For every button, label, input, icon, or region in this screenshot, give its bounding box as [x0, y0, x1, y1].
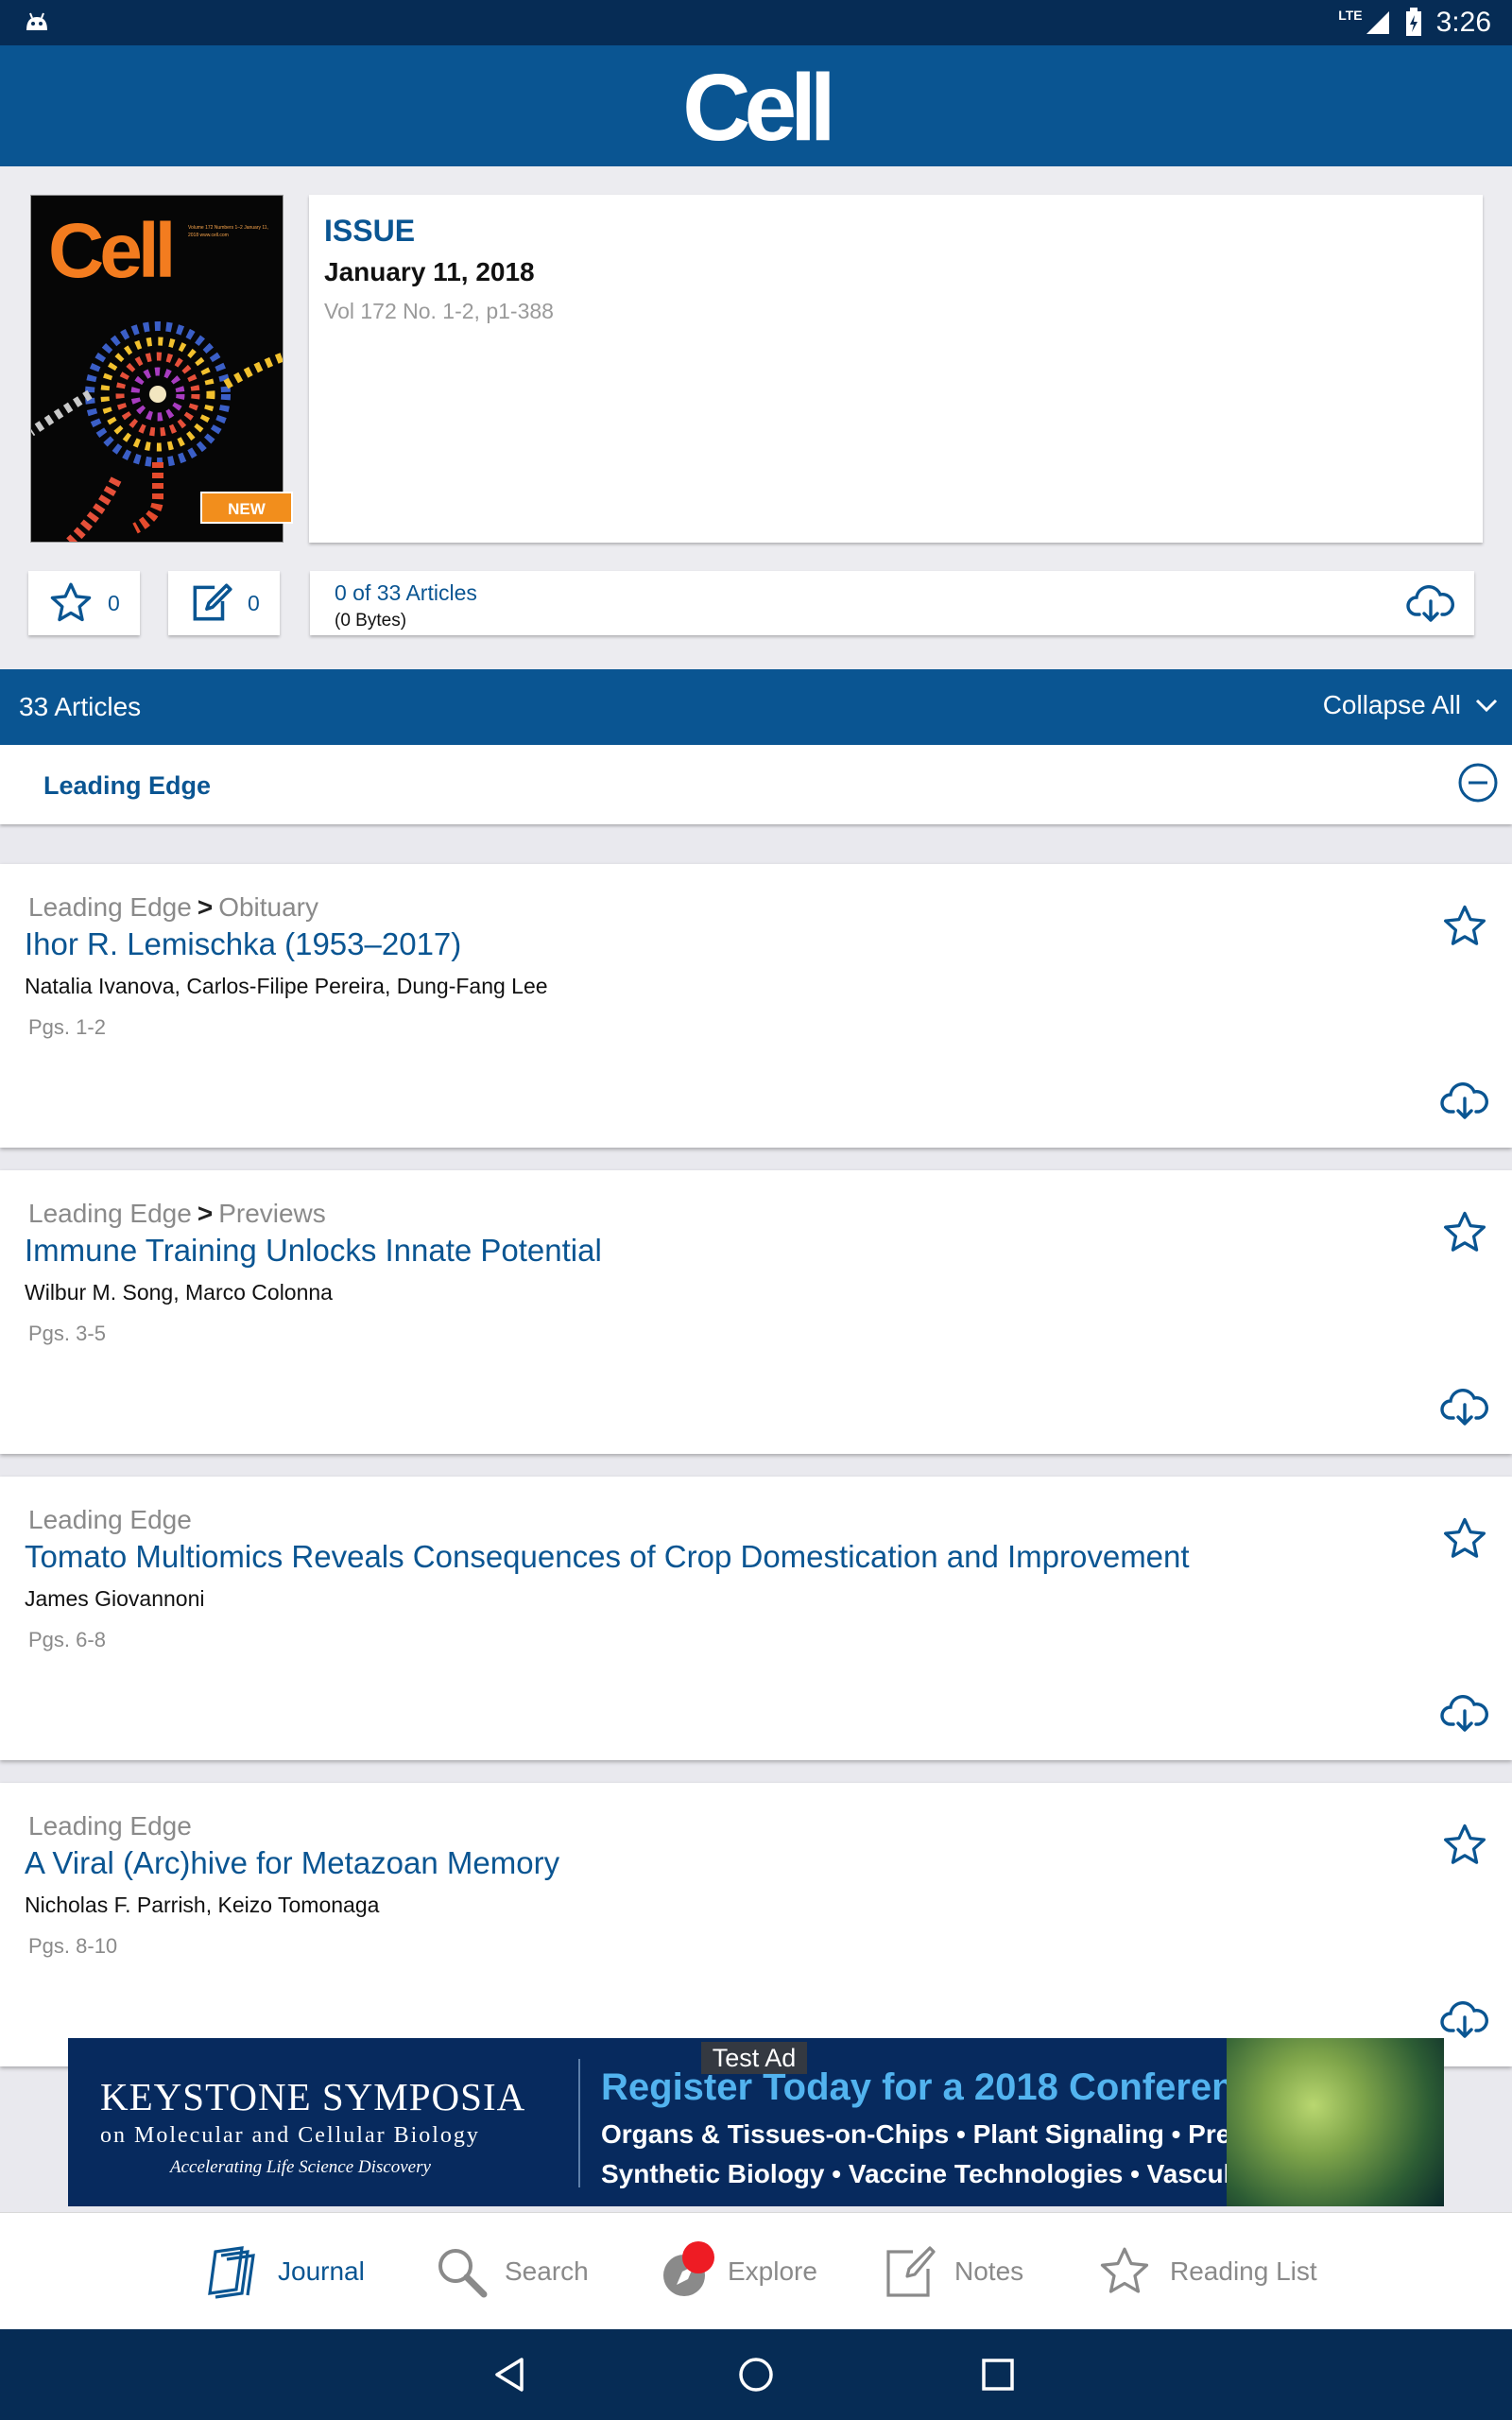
status-bar: LTE 3:26 [0, 0, 1512, 45]
nav-journal-label: Journal [278, 2256, 365, 2286]
collapse-section-icon[interactable] [1457, 762, 1499, 804]
section-header-leading-edge[interactable]: Leading Edge [0, 745, 1512, 824]
favorites-count: 0 [108, 590, 120, 615]
article-section: Leading Edge [28, 892, 192, 922]
article-authors: James Giovannoni [25, 1586, 205, 1611]
cloud-download-icon[interactable] [1440, 1388, 1489, 1426]
notes-icon [886, 2246, 936, 2297]
ad-cells-image [1227, 2038, 1444, 2206]
cell-logo: Cell [682, 55, 835, 161]
star-outline-icon [50, 582, 92, 622]
articles-count: 33 Articles [19, 692, 142, 721]
article-breadcrumb: Leading Edge [28, 1811, 192, 1841]
ad-brand: KEYSTONE SYMPOSIA [100, 2075, 526, 2118]
cloud-download-icon [1406, 585, 1454, 622]
notes-count: 0 [248, 590, 260, 615]
article-section: Leading Edge [28, 1199, 192, 1228]
new-badge: NEW [200, 492, 293, 524]
nav-search-label: Search [505, 2256, 589, 2286]
nav-notes[interactable]: Notes [883, 2241, 1023, 2302]
collapse-all-button[interactable]: Collapse All [1323, 690, 1499, 720]
article-authors: Wilbur M. Song, Marco Colonna [25, 1280, 333, 1305]
cover-artwork [31, 321, 283, 542]
article-subsection: Obituary [218, 892, 319, 922]
download-issue-button[interactable]: 0 of 33 Articles (0 Bytes) [310, 571, 1474, 635]
issue-header: Cell Volume 172 Numbers 1–2 January 11, … [0, 166, 1512, 669]
article-title[interactable]: Ihor R. Lemischka (1953–2017) [25, 926, 461, 962]
star-icon [1100, 2247, 1149, 2293]
section-label: Leading Edge [43, 771, 212, 800]
test-ad-label: Test Ad [701, 2042, 807, 2074]
journal-icon [208, 2246, 255, 2299]
articles-header: 33 Articles Collapse All [0, 669, 1512, 745]
article-pages: Pgs. 1-2 [28, 1015, 106, 1039]
nav-notes-label: Notes [954, 2256, 1024, 2286]
article-pages: Pgs. 3-5 [28, 1322, 106, 1345]
article-breadcrumb: Leading Edge [28, 1505, 192, 1535]
article-card[interactable]: Leading Edge > Obituary Ihor R. Lemischka … [0, 864, 1512, 1148]
battery-charging-icon [1405, 8, 1421, 36]
article-section: Leading Edge [28, 1811, 192, 1841]
issue-label: ISSUE [324, 214, 416, 248]
chevron-down-icon [1475, 699, 1498, 713]
article-card[interactable]: Leading Edge > Previews Immune Training Un… [0, 1170, 1512, 1454]
issue-volume: Vol 172 No. 1-2, p1-388 [324, 299, 554, 323]
bottom-navigation: Journal Search Explore Notes Reading Lis… [0, 2212, 1512, 2329]
article-card[interactable]: Leading Edge A Viral (Arc)hive for Metaz… [0, 1783, 1512, 2066]
network-type: LTE [1338, 8, 1363, 23]
nav-search[interactable]: Search [435, 2241, 589, 2302]
nav-journal[interactable]: Journal [204, 2241, 365, 2302]
search-icon [438, 2249, 488, 2298]
signal-icon [1366, 11, 1389, 34]
notification-dot [682, 2241, 714, 2273]
ad-divider [578, 2059, 580, 2187]
article-pages: Pgs. 6-8 [28, 1628, 106, 1651]
edit-note-icon [193, 583, 232, 621]
issue-cover-image[interactable]: Cell Volume 172 Numbers 1–2 January 11, … [30, 195, 284, 543]
article-breadcrumb: Leading Edge > Previews [28, 1199, 326, 1228]
star-icon[interactable] [1440, 1821, 1489, 1870]
home-icon[interactable] [737, 2356, 775, 2394]
article-pages: Pgs. 8-10 [28, 1934, 118, 1958]
app-bar: Cell [0, 45, 1512, 166]
nav-reading-list[interactable]: Reading List [1096, 2241, 1317, 2302]
article-section: Leading Edge [28, 1505, 192, 1534]
star-icon[interactable] [1440, 902, 1489, 951]
download-progress: 0 of 33 Articles [335, 580, 477, 605]
collapse-all-label: Collapse All [1322, 690, 1461, 719]
article-breadcrumb: Leading Edge > Obituary [28, 892, 319, 922]
nav-reading-list-label: Reading List [1170, 2256, 1317, 2286]
issue-date: January 11, 2018 [324, 257, 535, 286]
system-navigation-bar [0, 2329, 1512, 2420]
star-icon[interactable] [1440, 1514, 1489, 1564]
article-subsection: Previews [218, 1199, 326, 1228]
article-title[interactable]: Tomato Multiomics Reveals Consequences o… [25, 1539, 1190, 1575]
clock: 3:26 [1435, 7, 1491, 38]
notes-count-button[interactable]: 0 [168, 571, 280, 635]
favorites-count-button[interactable]: 0 [28, 571, 140, 635]
issue-info-card[interactable]: ISSUE January 11, 2018 Vol 172 No. 1-2, … [309, 195, 1483, 543]
ad-brand-subtitle: on Molecular and Cellular Biology [100, 2123, 480, 2148]
article-authors: Natalia Ivanova, Carlos-Filipe Pereira, … [25, 974, 548, 998]
back-icon[interactable] [491, 2356, 529, 2394]
article-authors: Nicholas F. Parrish, Keizo Tomonaga [25, 1893, 380, 1917]
download-size: (0 Bytes) [335, 611, 407, 631]
article-card[interactable]: Leading Edge Tomato Multiomics Reveals C… [0, 1477, 1512, 1760]
ad-tagline: Accelerating Life Science Discovery [170, 2157, 431, 2177]
article-title[interactable]: Immune Training Unlocks Innate Potential [25, 1233, 602, 1269]
nav-explore[interactable]: Explore [658, 2241, 817, 2302]
cloud-download-icon[interactable] [1440, 1081, 1489, 1119]
recents-icon[interactable] [979, 2356, 1017, 2394]
article-title[interactable]: A Viral (Arc)hive for Metazoan Memory [25, 1845, 559, 1881]
cloud-download-icon[interactable] [1440, 1694, 1489, 1732]
nav-explore-label: Explore [728, 2256, 817, 2286]
cloud-download-icon[interactable] [1440, 2000, 1489, 2038]
android-notification-icon [26, 12, 47, 30]
star-icon[interactable] [1440, 1208, 1489, 1257]
